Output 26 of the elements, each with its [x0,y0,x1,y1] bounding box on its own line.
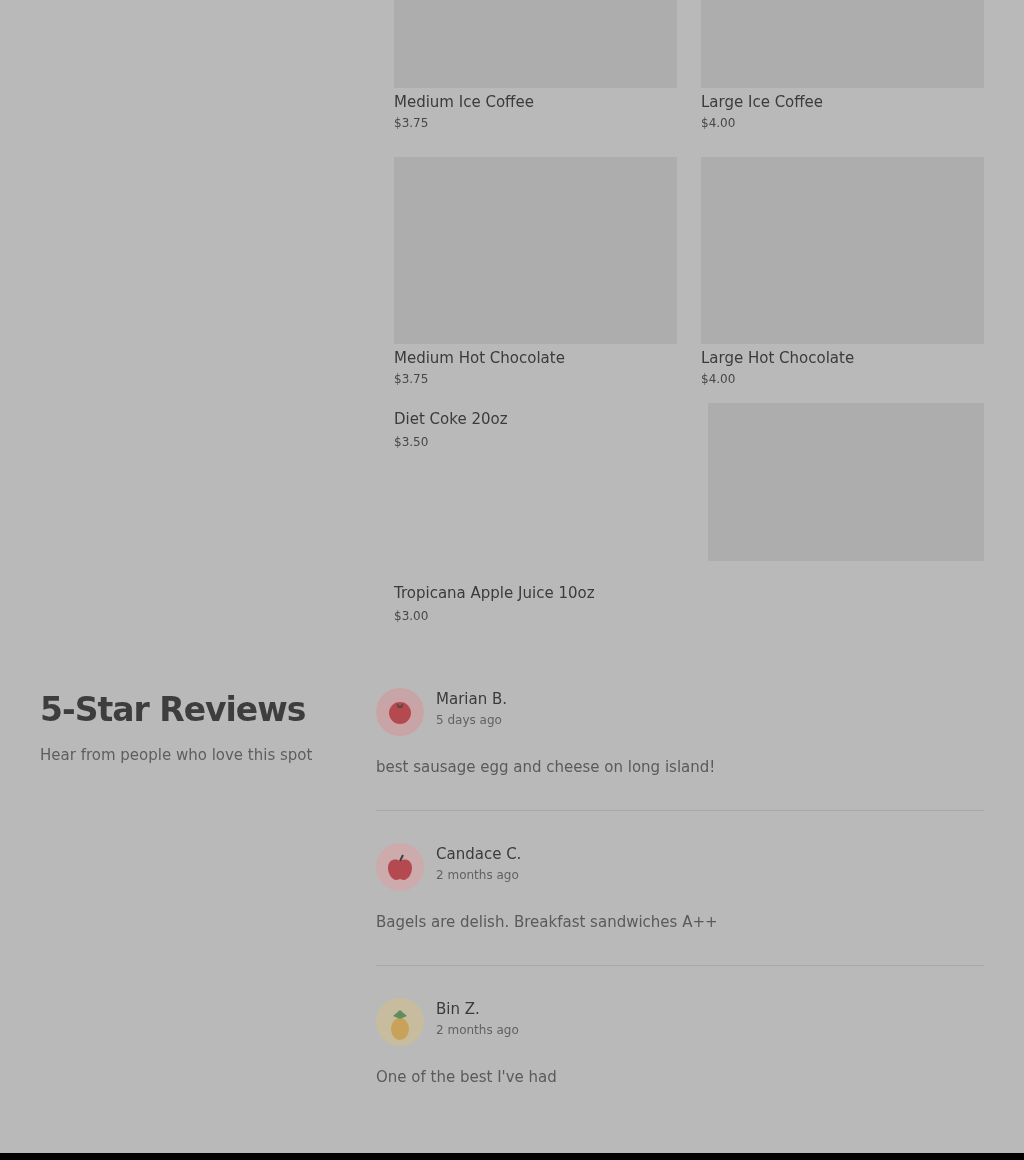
item-price: $3.00 [394,608,430,624]
item-name[interactable]: Diet Coke 20oz [394,409,508,429]
tomato-avatar-icon [376,688,424,736]
item-price: $3.75 [394,115,430,131]
review-time: 2 months ago [436,868,520,882]
review-text: One of the best I've had [376,1068,558,1086]
reviewer-name: Marian B. [436,689,507,710]
review-text: Bagels are delish. Breakfast sandwiches A++ [376,913,719,931]
section-subtitle: Hear from people who love this spot [40,746,314,764]
item-price: $4.00 [701,371,737,387]
item-name[interactable]: Tropicana Apple Juice 10oz [394,583,984,603]
reviewer-name: Candace C. [436,844,522,865]
item-name[interactable]: Large Hot Chocolate [701,348,984,368]
item-price: $4.00 [701,115,737,131]
review-text: best sausage egg and cheese on long island! [376,758,717,776]
item-price: $3.75 [394,371,430,387]
review-time: 5 days ago [436,713,503,727]
item-name[interactable]: Medium Hot Chocolate [394,348,677,368]
pineapple-avatar-icon [376,998,424,1046]
review-time: 2 months ago [436,1023,519,1037]
reviewer-name: Bin Z. [436,999,481,1020]
item-price: $3.50 [394,434,430,450]
item-name[interactable]: Large Ice Coffee [701,92,984,112]
section-title: 5-Star Reviews [40,689,307,731]
apple-avatar-icon [376,843,424,891]
item-name[interactable]: Medium Ice Coffee [394,92,677,112]
